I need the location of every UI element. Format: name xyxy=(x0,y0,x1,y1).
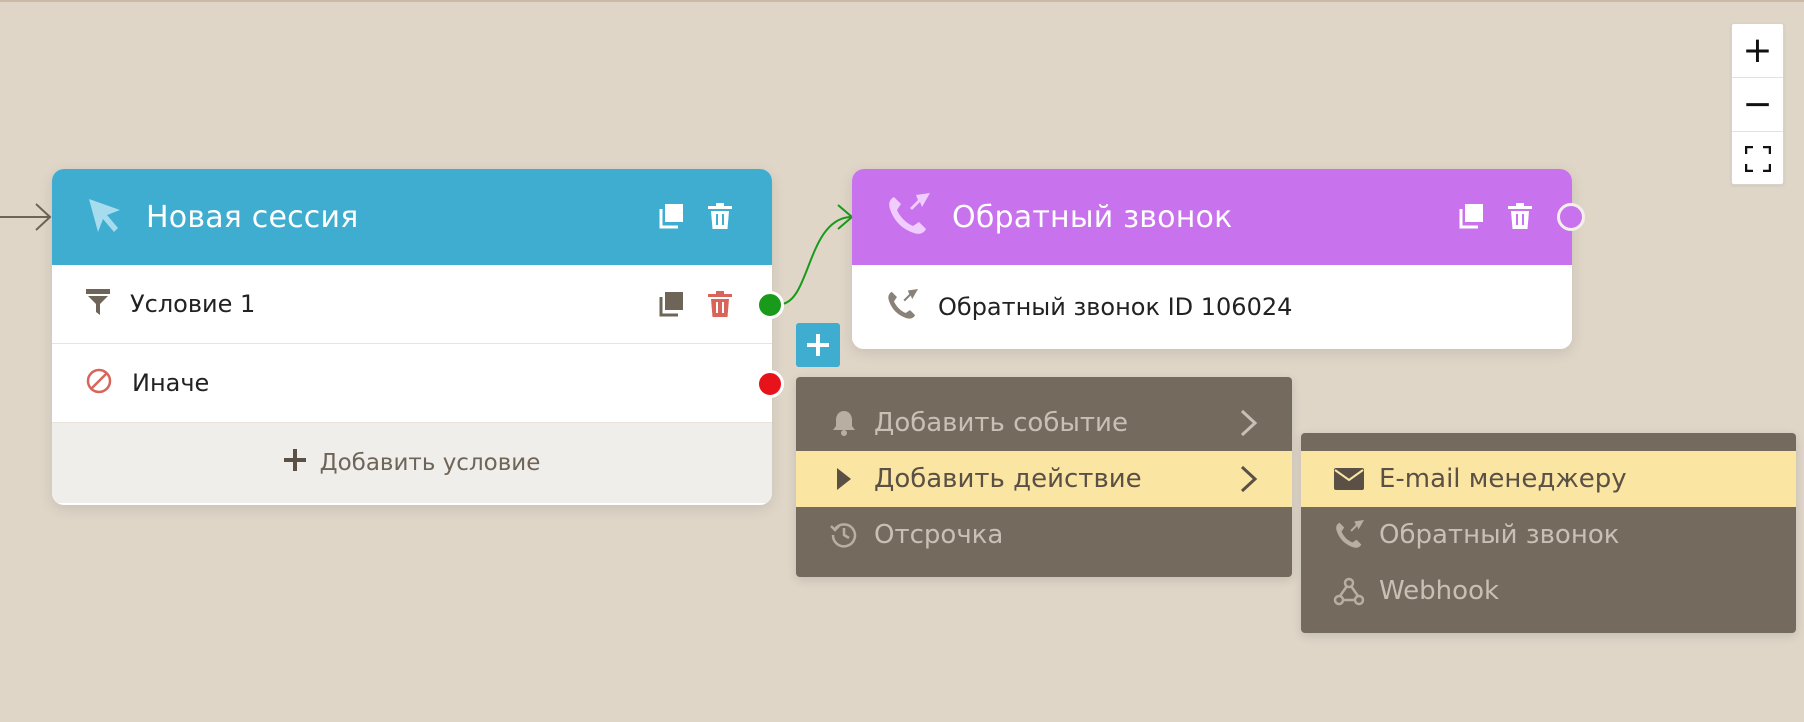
filter-icon xyxy=(86,289,110,319)
menu-item-delay[interactable]: Отсрочка xyxy=(796,507,1292,563)
webhook-icon xyxy=(1331,576,1367,606)
session-node-title: Новая сессия xyxy=(146,199,359,235)
play-icon xyxy=(826,467,862,491)
callback-node-title: Обратный звонок xyxy=(952,199,1233,235)
add-condition-label: Добавить условие xyxy=(319,450,541,476)
cursor-arrow-icon xyxy=(86,196,124,238)
flow-canvas[interactable]: Новая сессия Условие 1 Иначе Добавить ус… xyxy=(0,2,1804,722)
condition-label: Условие 1 xyxy=(130,290,256,318)
copy-icon[interactable] xyxy=(658,203,684,233)
phone-callback-icon xyxy=(886,193,930,241)
plus-icon xyxy=(807,334,829,356)
action-submenu[interactable]: E-mail менеджеру Обратный звонок Webhook xyxy=(1301,433,1796,633)
chevron-right-icon xyxy=(1240,409,1258,444)
zoom-out-button[interactable]: − xyxy=(1732,78,1783,132)
bell-icon xyxy=(826,409,862,437)
zoom-in-label: + xyxy=(1742,29,1773,71)
submenu-item-email-manager[interactable]: E-mail менеджеру xyxy=(1301,451,1796,507)
callback-output-port[interactable] xyxy=(1557,203,1585,231)
zoom-in-button[interactable]: + xyxy=(1732,24,1783,78)
menu-item-label: Добавить событие xyxy=(874,408,1128,438)
condition-row-1[interactable]: Условие 1 xyxy=(52,265,772,344)
submenu-item-callback[interactable]: Обратный звонок xyxy=(1301,507,1796,563)
chevron-right-icon xyxy=(1240,465,1258,500)
trash-icon[interactable] xyxy=(708,203,732,233)
phone-callback-icon xyxy=(1331,520,1367,550)
trash-icon[interactable] xyxy=(708,291,732,321)
add-condition-button[interactable]: Добавить условие xyxy=(52,423,772,503)
trash-icon[interactable] xyxy=(1508,203,1532,233)
callback-node[interactable]: Обратный звонок Обратный звонок ID 10602… xyxy=(852,169,1572,349)
callback-row-label: Обратный звонок ID 106024 xyxy=(938,293,1293,321)
fit-view-button[interactable] xyxy=(1732,132,1783,186)
incoming-connector xyxy=(0,203,52,231)
callback-row[interactable]: Обратный звонок ID 106024 xyxy=(852,265,1572,349)
session-node-header[interactable]: Новая сессия xyxy=(52,169,772,265)
submenu-item-webhook[interactable]: Webhook xyxy=(1301,563,1796,619)
condition-1-output-port[interactable] xyxy=(756,291,784,319)
menu-item-add-action[interactable]: Добавить действие xyxy=(796,451,1292,507)
condition-row-else[interactable]: Иначе xyxy=(52,344,772,423)
condition-connector xyxy=(781,204,854,305)
copy-icon[interactable] xyxy=(658,291,684,321)
callback-node-header[interactable]: Обратный звонок xyxy=(852,169,1572,265)
menu-item-add-event[interactable]: Добавить событие xyxy=(796,395,1292,451)
menu-item-label: Отсрочка xyxy=(874,520,1004,550)
add-step-button[interactable] xyxy=(796,323,840,367)
condition-label: Иначе xyxy=(132,369,210,397)
zoom-out-label: − xyxy=(1742,83,1773,125)
submenu-item-label: E-mail менеджеру xyxy=(1379,464,1627,494)
submenu-item-label: Webhook xyxy=(1379,576,1500,606)
zoom-controls: + − xyxy=(1731,23,1784,185)
copy-icon[interactable] xyxy=(1458,203,1484,233)
else-output-port[interactable] xyxy=(756,370,784,398)
history-icon xyxy=(826,520,862,550)
session-node[interactable]: Новая сессия Условие 1 Иначе Добавить ус… xyxy=(52,169,772,505)
add-menu[interactable]: Добавить событие Добавить действие Отсро… xyxy=(796,377,1292,577)
menu-item-label: Добавить действие xyxy=(874,464,1142,494)
phone-callback-icon xyxy=(886,289,918,325)
plus-icon xyxy=(283,449,306,477)
fullscreen-icon xyxy=(1744,146,1771,172)
submenu-item-label: Обратный звонок xyxy=(1379,520,1620,550)
forbidden-icon xyxy=(86,368,112,398)
envelope-icon xyxy=(1331,468,1367,490)
